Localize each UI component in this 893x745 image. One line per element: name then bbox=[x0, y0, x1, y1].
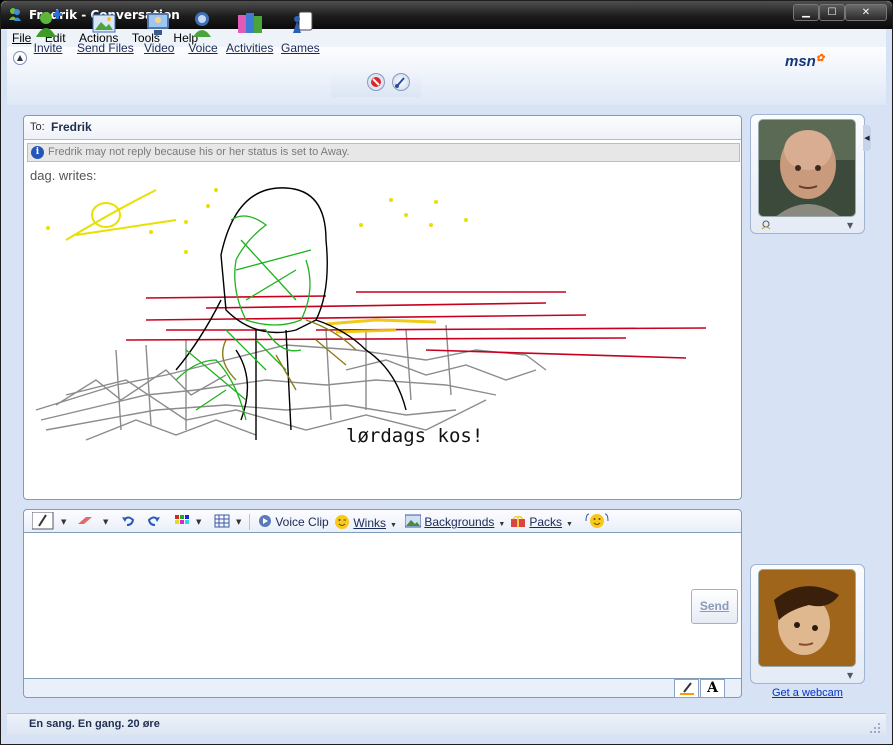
packs-dropdown-icon[interactable]: ▼ bbox=[566, 521, 573, 528]
backgrounds-icon bbox=[404, 514, 422, 528]
games-icon bbox=[293, 11, 313, 33]
grid-button[interactable] bbox=[214, 514, 230, 531]
voice-button[interactable]: Voice bbox=[188, 9, 218, 55]
msn-logo: msn✿ bbox=[785, 53, 825, 70]
menu-bar: File Edit Actions Tools Help bbox=[7, 29, 886, 47]
games-button[interactable]: Games bbox=[281, 9, 320, 55]
eraser-icon bbox=[78, 517, 92, 524]
winks-label: Winks bbox=[353, 516, 387, 530]
invite-button[interactable]: Invite bbox=[33, 9, 63, 55]
send-files-button[interactable]: Send Files bbox=[77, 9, 134, 55]
text-mode-button[interactable]: A bbox=[700, 679, 725, 698]
send-files-label: Send Files bbox=[77, 41, 134, 55]
games-label: Games bbox=[281, 41, 320, 55]
away-notice-text: Fredrik may not reply because his or her… bbox=[48, 146, 350, 158]
my-picture-dropdown-icon[interactable]: ▼ bbox=[847, 671, 853, 680]
conversation-pane[interactable]: To: Fredrik i Fredrik may not reply beca… bbox=[23, 115, 742, 500]
compose-toolbar: ▼ ▼ ▼ ▼ Voice Clip Winks ▼ Backgrounds ▼… bbox=[23, 509, 742, 533]
get-webcam-link[interactable]: Get a webcam bbox=[772, 687, 843, 699]
packs-button[interactable]: Packs ▼ bbox=[510, 514, 573, 529]
video-label: Video bbox=[144, 41, 175, 55]
grid-dropdown-icon[interactable]: ▼ bbox=[236, 518, 241, 526]
redo-icon bbox=[147, 516, 160, 526]
send-button[interactable]: Send bbox=[691, 589, 738, 624]
video-button[interactable]: Video bbox=[144, 9, 174, 55]
winks-icon bbox=[335, 515, 349, 529]
contact-status-icon bbox=[761, 220, 773, 232]
pen-dropdown-icon[interactable]: ▼ bbox=[61, 518, 66, 526]
emoticon-button[interactable] bbox=[584, 512, 610, 533]
maximize-button[interactable]: ☐ bbox=[819, 4, 845, 21]
color-dropdown-icon[interactable]: ▼ bbox=[196, 518, 201, 526]
message-input[interactable] bbox=[23, 533, 742, 679]
paint-brush-icon[interactable] bbox=[392, 73, 410, 91]
packs-label: Packs bbox=[529, 515, 563, 529]
voice-clip-icon bbox=[259, 515, 271, 527]
main-toolbar bbox=[7, 47, 886, 105]
msn-buddy-icon bbox=[9, 8, 21, 21]
activities-button[interactable]: Activities bbox=[226, 9, 273, 55]
minimize-button[interactable]: ▁ bbox=[793, 4, 819, 21]
activities-label: Activities bbox=[226, 41, 274, 55]
eraser-dropdown-icon[interactable]: ▼ bbox=[103, 518, 108, 526]
handwriting-text: lørdags kos! bbox=[346, 425, 483, 447]
compose-mode-bar: A bbox=[23, 678, 742, 698]
personal-message-text: En sang. En gang. 20 øre bbox=[29, 718, 160, 730]
resize-grip-icon[interactable] bbox=[869, 722, 881, 734]
handwriting-ink-drawing: lørdags kos! bbox=[35, 187, 707, 447]
contact-name[interactable]: Fredrik bbox=[51, 120, 92, 134]
backgrounds-label: Backgrounds bbox=[424, 515, 495, 529]
toolbar-divider bbox=[249, 514, 250, 530]
backgrounds-dropdown-icon[interactable]: ▼ bbox=[498, 521, 505, 528]
voice-clip-button[interactable]: Voice Clip bbox=[258, 514, 329, 529]
color-palette-icon bbox=[175, 515, 189, 524]
winks-dropdown-icon[interactable]: ▼ bbox=[390, 522, 397, 529]
send-files-icon bbox=[92, 14, 116, 33]
menu-file[interactable]: File bbox=[7, 29, 36, 45]
status-bar: En sang. En gang. 20 øre bbox=[7, 713, 886, 735]
my-avatar[interactable] bbox=[758, 569, 856, 667]
pen-icon bbox=[679, 682, 694, 695]
backgrounds-button[interactable]: Backgrounds ▼ bbox=[404, 514, 505, 529]
contact-picture-dropdown-icon[interactable]: ▼ bbox=[847, 221, 853, 230]
info-icon: i bbox=[31, 146, 44, 159]
away-notice: i Fredrik may not reply because his or h… bbox=[27, 143, 740, 162]
to-row: To: Fredrik bbox=[24, 116, 741, 140]
eraser-button[interactable] bbox=[76, 514, 96, 531]
handwriting-pen-button[interactable] bbox=[31, 511, 54, 533]
undo-icon bbox=[122, 516, 135, 526]
color-palette-button[interactable] bbox=[174, 514, 190, 531]
handwriting-mode-button[interactable] bbox=[674, 679, 699, 698]
pen-icon bbox=[31, 511, 54, 530]
voice-icon bbox=[193, 12, 211, 37]
grid-icon bbox=[214, 514, 230, 528]
conversation-window: Fredrik - Conversation ▁ ☐ ✕ File Edit A… bbox=[0, 0, 893, 745]
to-label: To: bbox=[30, 121, 45, 133]
my-display-picture-frame: ▼ bbox=[750, 564, 865, 684]
collapse-sidebar-icon[interactable]: ◀ bbox=[863, 125, 871, 151]
contact-avatar[interactable] bbox=[758, 119, 856, 217]
gift-icon bbox=[511, 515, 525, 527]
invite-icon bbox=[36, 10, 62, 37]
collapse-toolbar-icon[interactable]: ▲ bbox=[13, 51, 27, 65]
invite-label: Invite bbox=[33, 41, 63, 55]
undo-button[interactable] bbox=[120, 514, 136, 531]
contact-display-picture-frame: ▼ bbox=[750, 114, 865, 234]
voice-clip-label: Voice Clip bbox=[275, 515, 329, 529]
winks-button[interactable]: Winks ▼ bbox=[334, 514, 397, 530]
close-button[interactable]: ✕ bbox=[845, 4, 887, 21]
voice-label: Voice bbox=[188, 41, 218, 55]
activities-icon bbox=[237, 13, 262, 33]
redo-button[interactable] bbox=[146, 514, 162, 531]
emoticon-icon bbox=[585, 513, 609, 528]
title-bar[interactable]: Fredrik - Conversation ▁ ☐ ✕ bbox=[1, 1, 892, 29]
video-icon bbox=[147, 13, 170, 35]
block-icon[interactable] bbox=[367, 73, 385, 91]
